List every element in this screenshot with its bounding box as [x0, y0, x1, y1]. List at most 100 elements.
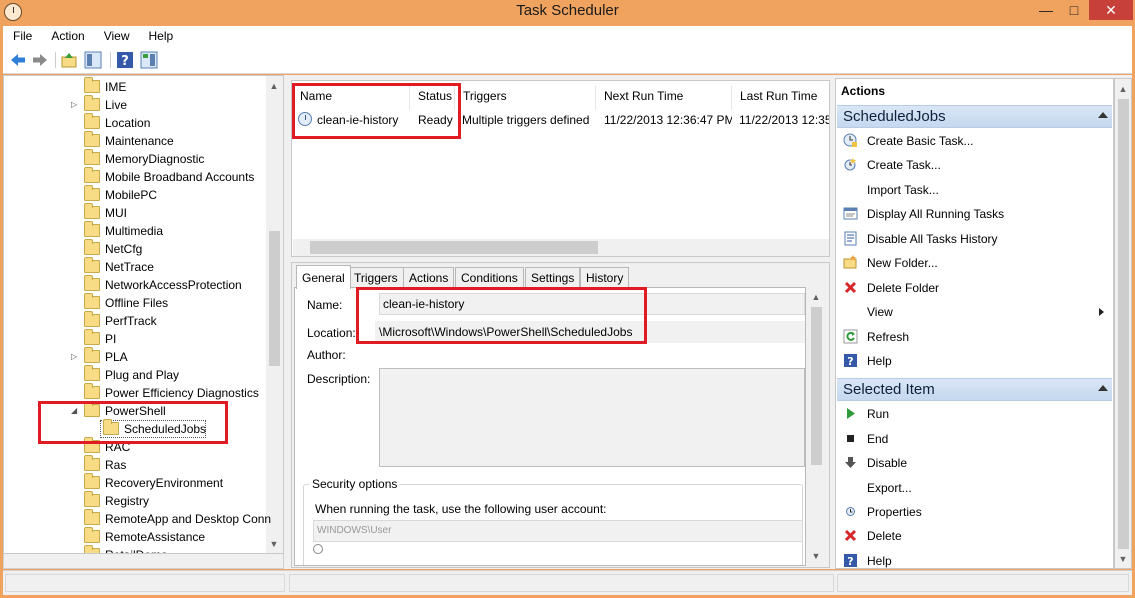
scroll-thumb[interactable]	[1118, 99, 1129, 549]
tree-item-networkaccessprotection[interactable]: NetworkAccessProtection	[4, 275, 266, 294]
tree-item-scheduledjobs[interactable]: ScheduledJobs	[4, 419, 266, 438]
tree-item-location[interactable]: Location	[4, 113, 266, 132]
action-properties[interactable]: Properties	[837, 501, 1112, 523]
action-delete-folder[interactable]: Delete Folder	[837, 277, 1112, 299]
column-header-name[interactable]: Name	[292, 86, 410, 110]
details-vertical-scrollbar[interactable]: ▲ ▼	[807, 287, 825, 566]
section-header-scheduledjobs[interactable]: ScheduledJobs	[837, 105, 1112, 128]
maximize-button[interactable]: □	[1060, 0, 1088, 20]
expanded-arrow-icon[interactable]: ◢	[71, 402, 81, 420]
action-import-task[interactable]: Import Task...	[837, 179, 1112, 201]
action-delete[interactable]: Delete	[837, 525, 1112, 547]
tree-item-retaildemo[interactable]: RetailDemo	[4, 545, 266, 553]
menu-help[interactable]: Help	[139, 29, 183, 43]
action-help[interactable]: ? Help	[837, 350, 1112, 372]
scroll-down-arrow-icon[interactable]: ▼	[1115, 551, 1131, 567]
scroll-thumb[interactable]	[269, 231, 280, 366]
action-create-task[interactable]: Create Task...	[837, 154, 1112, 176]
collapse-arrow-icon[interactable]	[1098, 112, 1108, 118]
tab-settings[interactable]: Settings	[525, 267, 581, 288]
scroll-down-arrow-icon[interactable]: ▼	[266, 536, 282, 552]
close-button[interactable]: ✕	[1089, 0, 1133, 20]
scroll-thumb[interactable]	[811, 307, 822, 465]
tree-item-netcfg[interactable]: NetCfg	[4, 239, 266, 258]
actions-vertical-scrollbar[interactable]: ▲ ▼	[1114, 78, 1132, 569]
tree-item-label: MemoryDiagnostic	[105, 152, 205, 166]
column-header-next-run-time[interactable]: Next Run Time	[596, 86, 732, 110]
task-list-horizontal-scrollbar[interactable]	[293, 239, 829, 256]
tree-vertical-scrollbar[interactable]: ▲ ▼	[266, 76, 283, 553]
tree-item-plug-and-play[interactable]: Plug and Play	[4, 365, 266, 384]
action-help[interactable]: ? Help	[837, 550, 1112, 568]
up-one-level-icon[interactable]	[60, 51, 78, 69]
tree-item-label: PI	[105, 332, 117, 346]
help-icon[interactable]: ?	[116, 51, 134, 69]
expand-arrow-icon[interactable]: ▷	[71, 348, 81, 366]
tree-item-remoteapp-and-desktop-conn[interactable]: RemoteApp and Desktop Conn	[4, 509, 271, 528]
column-header-triggers[interactable]: Triggers	[455, 86, 596, 110]
tree-item-rac[interactable]: RAC	[4, 437, 266, 456]
tree-item-offline-files[interactable]: Offline Files	[4, 293, 266, 312]
tree-item-remoteassistance[interactable]: RemoteAssistance	[4, 527, 266, 546]
menu-action[interactable]: Action	[41, 29, 93, 43]
name-field[interactable]: clean-ie-history	[379, 293, 805, 315]
action-end[interactable]: End	[837, 428, 1112, 450]
show-hide-action-pane-icon[interactable]	[140, 51, 158, 69]
tab-actions[interactable]: Actions	[403, 267, 455, 288]
tree-item-power-efficiency-diagnostics[interactable]: Power Efficiency Diagnostics	[4, 383, 266, 402]
tree-item-mui[interactable]: MUI	[4, 203, 266, 222]
tree-item-registry[interactable]: Registry	[4, 491, 266, 510]
action-run[interactable]: Run	[837, 403, 1112, 425]
tree-item-ras[interactable]: Ras	[4, 455, 266, 474]
tree-item-powershell[interactable]: ◢ PowerShell	[4, 401, 266, 420]
collapse-arrow-icon[interactable]	[1098, 385, 1108, 392]
table-row[interactable]: clean-ie-history Ready Multiple triggers…	[292, 110, 829, 130]
action-new-folder[interactable]: New Folder...	[837, 252, 1112, 274]
show-hide-console-tree-icon[interactable]	[84, 51, 102, 69]
action-export[interactable]: Export...	[837, 477, 1112, 499]
column-header-status[interactable]: Status	[410, 86, 455, 110]
tree-item-memorydiagnostic[interactable]: MemoryDiagnostic	[4, 149, 266, 168]
scroll-down-arrow-icon[interactable]: ▼	[808, 548, 824, 564]
tree-item-mobile-broadband-accounts[interactable]: Mobile Broadband Accounts	[4, 167, 266, 186]
scroll-up-arrow-icon[interactable]: ▲	[266, 78, 282, 94]
tab-conditions[interactable]: Conditions	[455, 267, 524, 288]
tree-item-pla[interactable]: ▷ PLA	[4, 347, 266, 366]
action-disable-all-tasks-history[interactable]: Disable All Tasks History	[837, 228, 1112, 250]
tree-item-recoveryenvironment[interactable]: RecoveryEnvironment	[4, 473, 266, 492]
scroll-thumb[interactable]	[310, 241, 598, 254]
tree-item-maintenance[interactable]: Maintenance	[4, 131, 266, 150]
tree-item-pi[interactable]: PI	[4, 329, 266, 348]
action-view[interactable]: View	[837, 301, 1112, 323]
action-display-all-running-tasks[interactable]: Display All Running Tasks	[837, 203, 1112, 225]
minimize-button[interactable]: —	[1032, 0, 1060, 20]
menu-view[interactable]: View	[94, 29, 139, 43]
tab-general[interactable]: General	[296, 265, 351, 289]
scroll-up-arrow-icon[interactable]: ▲	[808, 289, 824, 305]
action-refresh[interactable]: Refresh	[837, 326, 1112, 348]
section-header-selected-item[interactable]: Selected Item	[837, 378, 1112, 402]
location-field[interactable]: \Microsoft\Windows\PowerShell\ScheduledJ…	[375, 321, 805, 343]
radio-button[interactable]	[313, 544, 323, 554]
menu-file[interactable]: File	[3, 29, 41, 43]
tree-horizontal-scrollbar[interactable]	[3, 554, 284, 569]
tab-triggers[interactable]: Triggers	[348, 267, 404, 288]
tree-item-nettrace[interactable]: NetTrace	[4, 257, 266, 276]
action-create-basic-task[interactable]: Create Basic Task...	[837, 130, 1112, 152]
back-arrow-icon[interactable]	[9, 51, 27, 69]
tree-item-mobilepc[interactable]: MobilePC	[4, 185, 266, 204]
tree-item-ime[interactable]: IME	[4, 77, 266, 96]
forward-arrow-icon[interactable]	[31, 51, 49, 69]
tree-item-multimedia[interactable]: Multimedia	[4, 221, 266, 240]
action-disable[interactable]: Disable	[837, 452, 1112, 474]
action-label: View	[867, 305, 893, 320]
task-list: Name Status Triggers Next Run Time Last …	[291, 80, 830, 257]
description-field[interactable]	[379, 368, 805, 467]
column-header-last-run-time[interactable]: Last Run Time	[732, 86, 829, 110]
tree-item-perftrack[interactable]: PerfTrack	[4, 311, 266, 330]
tree-item-live[interactable]: ▷ Live	[4, 95, 266, 114]
tab-history[interactable]: History	[580, 267, 630, 288]
user-account-field[interactable]: WINDOWS\User	[313, 520, 803, 542]
scroll-up-arrow-icon[interactable]: ▲	[1115, 81, 1131, 97]
expand-arrow-icon[interactable]: ▷	[71, 96, 81, 114]
